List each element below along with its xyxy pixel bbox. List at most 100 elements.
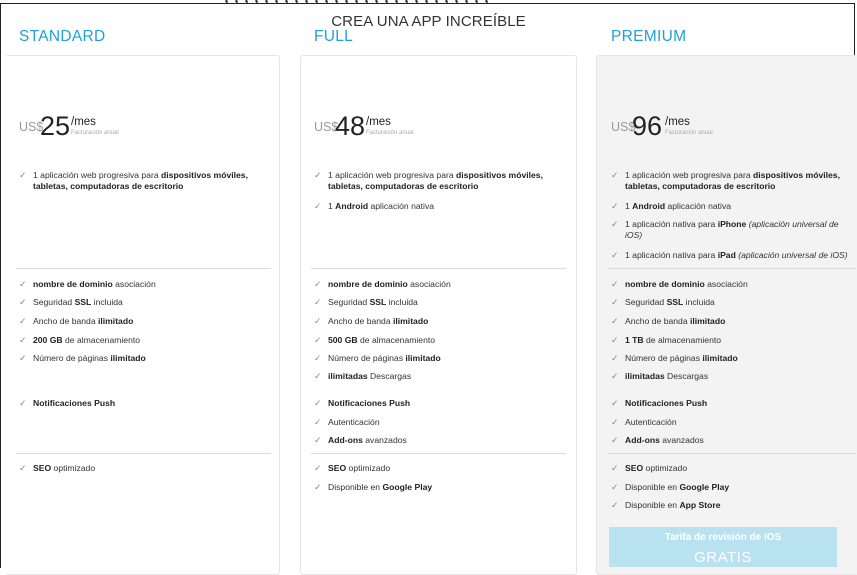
check-icon: ✓ [19,279,27,289]
feature-text: 200 GB de almacenamiento [33,335,140,346]
feature-text: SEO optimizado [33,463,95,474]
feature-text-bold: Notificaciones Push [625,398,708,408]
feature-text: Notificaciones Push [328,398,410,409]
check-icon: ✓ [611,201,619,211]
feature-text: 1 TB de almacenamiento [625,335,721,346]
check-icon: ✓ [611,316,619,326]
feature-text-bold: tabletas, computadoras de escritorio [625,181,776,191]
feature-text-regular: Número de páginas [625,353,703,363]
feature-text-regular: asociación [704,279,748,289]
feature-text-bold: Android [335,201,369,211]
check-icon: ✓ [314,482,322,492]
feature-text-regular: optimizado [643,463,688,473]
ios-review-price: GRATIS [694,549,752,566]
feature-text-regular: 1 aplicación web progresiva para [625,170,754,180]
check-icon: ✓ [611,297,619,307]
feature-text-bold: Google Play [679,482,730,492]
feature-text: Seguridad SSL incluida [328,297,418,308]
check-icon: ✓ [314,417,322,427]
feature-text-italic: (aplicación universal de iOS) [735,250,848,260]
check-icon: ✓ [611,435,619,445]
feature-text-bold: Android [632,201,666,211]
feature-text-bold: SSL [74,297,92,307]
check-icon: ✓ [314,335,322,345]
check-icon: ✓ [19,335,27,345]
check-icon: ✓ [611,250,619,260]
feature-text-regular: 1 aplicación nativa para [625,250,718,260]
feature-text: Notificaciones Push [625,398,707,409]
feature-text-bold: SEO [328,463,347,473]
feature-text-bold: SEO [33,463,52,473]
feature-text-bold: 200 GB [33,335,63,345]
check-icon: ✓ [314,201,322,211]
feature-text-regular: Autenticación [328,417,380,427]
check-icon: ✓ [314,435,322,445]
feature-text-regular: 1 aplicación web progresiva para [33,170,162,180]
check-icon: ✓ [314,463,322,473]
feature-text-regular: 1 aplicación nativa para [625,219,718,229]
feature-text-bold: ilimitadas [625,371,665,381]
check-icon: ✓ [314,316,322,326]
feature-text-bold: nombre de dominio [33,279,113,289]
feature-text-bold: ilimitado [98,316,134,326]
page-title: CREA UNA APP INCREÍBLE [331,13,526,30]
check-icon: ✓ [611,482,619,492]
feature-text: Disponible en App Store [625,500,721,511]
feature-text-regular: aplicación nativa [368,201,435,211]
feature-text: 1 aplicación web progresiva para disposi… [33,170,248,192]
feature-text-bold: Notificaciones Push [33,398,116,408]
plan-name-premium: PREMIUM [611,28,687,45]
feature-text: Add-ons avanzados [625,435,704,446]
feature-text: SEO optimizado [625,463,687,474]
feature-text: Ancho de banda ilimitado [33,316,133,327]
feature-text-regular: asociación [407,279,451,289]
feature-text-bold: Add-ons [625,435,660,445]
check-icon: ✓ [314,279,322,289]
feature-text-bold: iPad [717,250,736,260]
section-divider [608,268,856,269]
feature-text: SEO optimizado [328,463,390,474]
feature-text-bold: SSL [666,297,684,307]
feature-text: Seguridad SSL incluida [625,297,715,308]
feature-text-bold: dispositivos móviles, [161,170,248,180]
feature-text-regular: Autenticación [625,417,677,427]
feature-text: 1 Android aplicación nativa [625,201,731,212]
plan-name-full: FULL [314,28,354,45]
feature-text-regular: incluida [683,297,715,307]
billing-note: Facturación anual [665,130,713,136]
feature-text-bold: SEO [625,463,644,473]
feature-text-regular: Número de páginas [33,353,111,363]
check-icon: ✓ [611,417,619,427]
price-amount: 25 [40,111,71,141]
feature-text-bold: SSL [369,297,387,307]
feature-text-regular: Disponible en [625,482,680,492]
feature-text-bold: App Store [679,500,721,510]
feature-text-regular: avanzados [362,435,407,445]
feature-text-regular: Ancho de banda [33,316,98,326]
feature-text: Add-ons avanzados [328,435,407,446]
feature-text-bold: 500 GB [328,335,358,345]
feature-text-regular: de almacenamiento [62,335,141,345]
feature-text-regular: Ancho de banda [625,316,690,326]
billing-note: Facturación anual [366,130,414,136]
feature-text-bold: dispositivos móviles, [456,170,543,180]
feature-text-regular: 1 aplicación web progresiva para [328,170,457,180]
check-icon: ✓ [314,353,322,363]
check-icon: ✓ [314,371,322,381]
billing-note: Facturación anual [71,130,119,136]
feature-text-regular: Descargas [664,371,709,381]
feature-text-regular: Seguridad [625,297,667,307]
check-icon: ✓ [19,297,27,307]
check-icon: ✓ [611,279,619,289]
check-icon: ✓ [611,219,619,229]
feature-text-bold: Add-ons [328,435,363,445]
feature-text: Disponible en Google Play [625,482,729,493]
feature-text-bold: ilimitado [690,316,726,326]
feature-text: 1 aplicación web progresiva para disposi… [625,170,840,192]
feature-text-bold: nombre de dominio [328,279,408,289]
ios-review-label: Tarifa de revisión de iOS [664,532,782,543]
feature-text: Ancho de banda ilimitado [625,316,725,327]
feature-text-bold: 1 TB [625,335,644,345]
feature-text: Disponible en Google Play [328,482,432,493]
section-divider [608,453,856,454]
